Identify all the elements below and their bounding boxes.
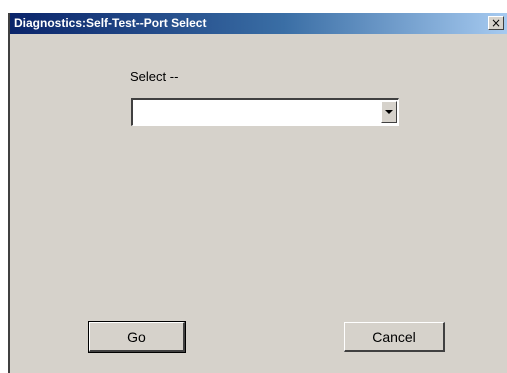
close-icon: ×: [490, 16, 502, 30]
window-title: Diagnostics:Self-Test--Port Select: [14, 16, 207, 30]
select-label: Select --: [130, 69, 179, 84]
dialog-window: Diagnostics:Self-Test--Port Select × Sel…: [8, 12, 507, 373]
dropdown-arrow-button[interactable]: [381, 101, 397, 123]
cancel-button[interactable]: Cancel: [344, 322, 445, 352]
chevron-down-icon: [385, 109, 393, 114]
title-bar[interactable]: Diagnostics:Self-Test--Port Select ×: [10, 13, 507, 34]
close-button[interactable]: ×: [488, 16, 504, 30]
go-button[interactable]: Go: [88, 321, 186, 353]
port-select-dropdown[interactable]: [131, 98, 399, 126]
